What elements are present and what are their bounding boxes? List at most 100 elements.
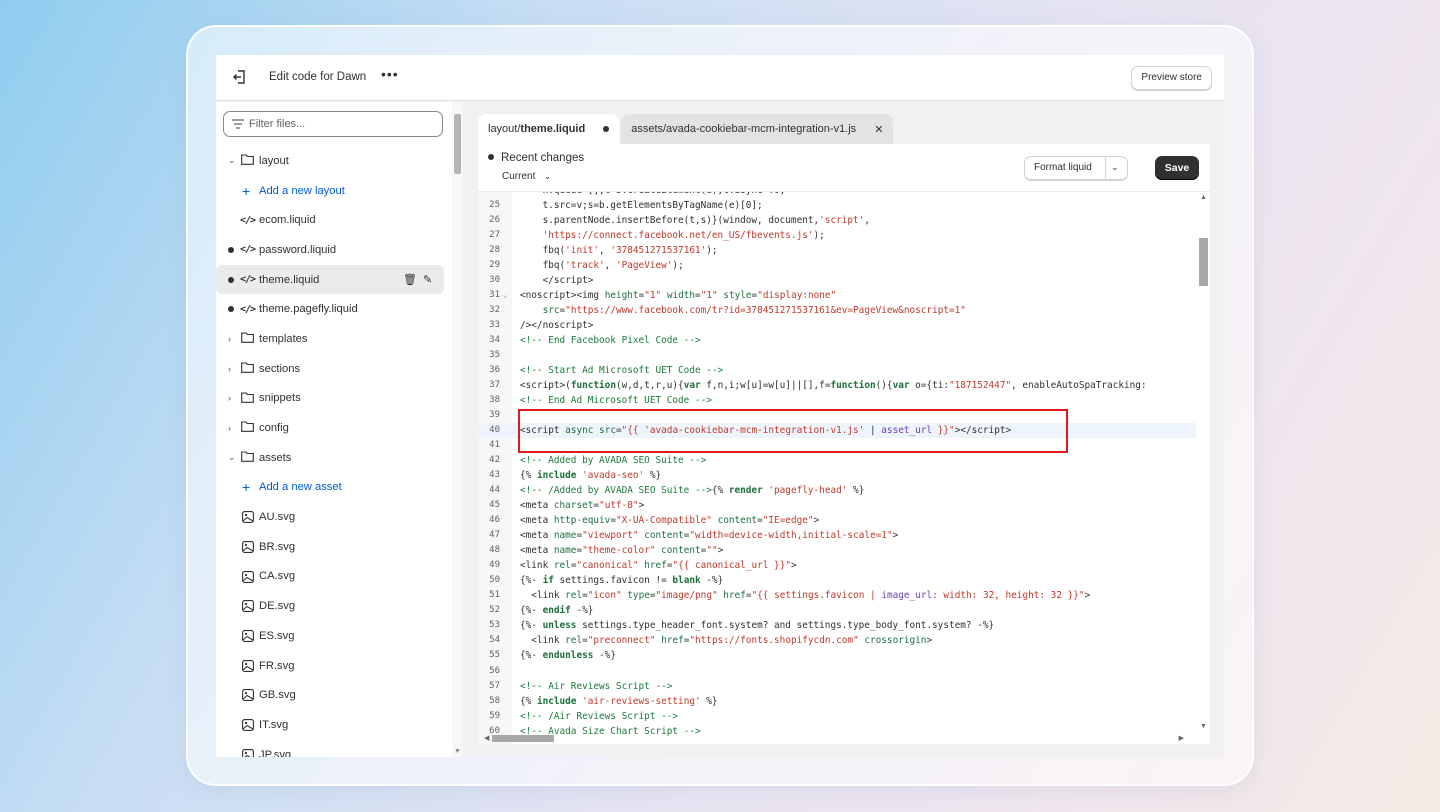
code-line[interactable]: 54 <link rel="preconnect" href="https://… [478,633,1196,648]
code-lines[interactable]: 24 n.queue=[];t=b.createElement(e);t.asy… [478,192,1196,739]
sidebar-scrollbar[interactable]: ▼ [452,102,463,757]
code-line[interactable]: 33 /></noscript> [478,318,1196,333]
code-line[interactable]: 46 <meta http-equiv="X-UA-Compatible" con… [478,513,1196,528]
code-line[interactable]: 52 {%- endif -%} [478,603,1196,618]
scroll-down-arrow-icon[interactable]: ▼ [1200,723,1207,730]
sidebar-item[interactable]: ⌄ assets [216,443,452,473]
code-line[interactable]: 36 <!-- Start Ad Microsoft UET Code --> [478,363,1196,378]
scroll-down-arrow-icon[interactable]: ▼ [454,748,461,755]
sidebar-item-label: DE.svg [259,600,296,613]
line-number: 24 [478,192,500,198]
code-line[interactable]: 37 <script>(function(w,d,t,r,u){var f,n,i… [478,378,1196,393]
filter-icon [232,119,244,129]
code-line[interactable]: 27 'https://connect.facebook.net/en_US/f… [478,228,1196,243]
code-line[interactable]: 24 n.queue=[];t=b.createElement(e);t.asy… [478,192,1196,198]
preview-store-button[interactable]: Preview store [1131,66,1212,90]
chevron-right-icon[interactable]: › [228,393,231,403]
exit-icon[interactable] [231,68,249,86]
scroll-right-arrow-icon[interactable]: ▶ [1179,734,1184,742]
sidebar-item[interactable]: GB.svg [216,680,452,710]
code-line[interactable]: 56 [478,664,1196,679]
code-line[interactable]: 50 {%- if settings.favicon != blank -%} [478,573,1196,588]
code-line[interactable]: 38 <!-- End Ad Microsoft UET Code --> [478,393,1196,408]
vertical-scrollbar[interactable]: ▲ ▼ [1196,192,1210,732]
format-liquid-button[interactable]: Format liquid ⌄ [1024,156,1128,180]
top-bar: Edit code for Dawn ••• Preview store [216,55,1224,101]
code-editor[interactable]: 24 n.queue=[];t=b.createElement(e);t.asy… [478,191,1210,744]
code-line[interactable]: 42 <!-- Added by AVADA SEO Suite --> [478,453,1196,468]
sidebar-item[interactable]: IT.svg [216,710,452,740]
code-line[interactable]: 35 [478,348,1196,363]
sidebar-item[interactable]: › templates [216,324,452,354]
code-line[interactable]: 43 {% include 'avada-seo' %} [478,468,1196,483]
sidebar-item[interactable]: CA.svg [216,562,452,592]
code-line[interactable]: 32 src="https://www.facebook.com/tr?id=3… [478,303,1196,318]
sidebar-item[interactable]: </> theme.pagefly.liquid [216,294,452,324]
tab-avada-cookiebar-js[interactable]: assets/avada-cookiebar-mcm-integration-v… [621,114,894,144]
chevron-down-icon[interactable]: ⌄ [228,452,236,463]
image-file-icon [242,540,254,553]
sidebar-item[interactable]: AU.svg [216,502,452,532]
horizontal-scroll-thumb[interactable] [492,735,554,742]
scroll-up-arrow-icon[interactable]: ▲ [1200,194,1207,201]
close-tab-icon[interactable]: ✕ [874,123,883,136]
chevron-right-icon[interactable]: › [228,364,231,374]
code-line[interactable]: 26 s.parentNode.insertBefore(t,s)}(windo… [478,213,1196,228]
chevron-right-icon[interactable]: › [228,423,231,433]
sidebar-item[interactable]: + Add a new asset [216,473,452,503]
sidebar-item-label: snippets [259,392,301,405]
format-liquid-label: Format liquid [1034,162,1092,173]
code-line[interactable]: 25 t.src=v;s=b.getElementsByTagName(e)[0… [478,198,1196,213]
sidebar-item[interactable]: </> theme.liquid 🗑 ✎ [216,264,444,295]
sidebar-scroll-thumb[interactable] [454,114,461,174]
code-line[interactable]: 58 {% include 'air-reviews-setting' %} [478,694,1196,709]
vertical-scroll-thumb[interactable] [1199,238,1208,286]
horizontal-scrollbar[interactable]: ◀ ▶ [478,732,1196,744]
sidebar-item[interactable]: JP.svg [216,740,452,757]
code-line[interactable]: 44 <!-- /Added by AVADA SEO Suite -->{% r… [478,483,1196,498]
code-line[interactable]: 47 <meta name="viewport" content="width=d… [478,528,1196,543]
sidebar-item[interactable]: › snippets [216,384,452,414]
save-button[interactable]: Save [1155,156,1199,180]
code-line[interactable]: 48 <meta name="theme-color" content=""> [478,543,1196,558]
code-line[interactable]: 29 fbq('track', 'PageView'); [478,258,1196,273]
code-line[interactable]: 49 <link rel="canonical" href="{{ canonic… [478,558,1196,573]
more-actions-icon[interactable]: ••• [381,66,399,82]
trash-icon[interactable]: 🗑 [403,273,417,286]
sidebar-item[interactable]: </> ecom.liquid [216,205,452,235]
code-line[interactable]: 30 </script> [478,273,1196,288]
image-file-icon [242,659,254,672]
code-line[interactable]: 51 <link rel="icon" type="image/png" hre… [478,588,1196,603]
sidebar-item[interactable]: ⌄ layout [216,146,452,176]
sidebar-item[interactable]: + Add a new layout [216,176,452,206]
code-line[interactable]: 34 <!-- End Facebook Pixel Code --> [478,333,1196,348]
code-line[interactable]: 28 fbq('init', '378451271537161'); [478,243,1196,258]
sidebar-item[interactable]: ES.svg [216,621,452,651]
editor-area: layout/theme.liquid assets/avada-cookieb… [478,114,1210,744]
sidebar-item-label: AU.svg [259,511,296,524]
sidebar-item[interactable]: DE.svg [216,591,452,621]
code-line[interactable]: 45 <meta charset="utf-8"> [478,498,1196,513]
fold-chevron-icon[interactable]: ⌄ [503,288,507,303]
code-line[interactable]: 57 <!-- Air Reviews Script --> [478,679,1196,694]
code-line[interactable]: 31 ⌄ <noscript><img height="1" width="1" s… [478,288,1196,303]
filter-files-input[interactable]: Filter files... [223,111,443,137]
code-line[interactable]: 59 <!-- /Air Reviews Script --> [478,709,1196,724]
code-text: <!-- Air Reviews Script --> [520,680,673,692]
chevron-down-icon[interactable]: ⌄ [228,155,236,166]
sidebar-item[interactable]: › sections [216,354,452,384]
sidebar-item[interactable]: BR.svg [216,532,452,562]
tab-theme-liquid[interactable]: layout/theme.liquid [478,114,620,144]
chevron-right-icon[interactable]: › [228,334,231,344]
sidebar-item[interactable]: </> password.liquid [216,235,452,265]
sidebar-item[interactable]: › config [216,413,452,443]
code-line[interactable]: 55 {%- endunless -%} [478,648,1196,663]
folder-icon [241,362,254,373]
recent-changes-label: Recent changes [488,152,584,164]
version-select[interactable]: Current ⌄ [502,171,551,182]
scroll-left-arrow-icon[interactable]: ◀ [484,734,489,742]
chevron-down-icon[interactable]: ⌄ [1111,162,1119,173]
code-line[interactable]: 53 {%- unless settings.type_header_font.s… [478,618,1196,633]
pencil-icon[interactable]: ✎ [423,273,432,286]
sidebar-item[interactable]: FR.svg [216,651,452,681]
